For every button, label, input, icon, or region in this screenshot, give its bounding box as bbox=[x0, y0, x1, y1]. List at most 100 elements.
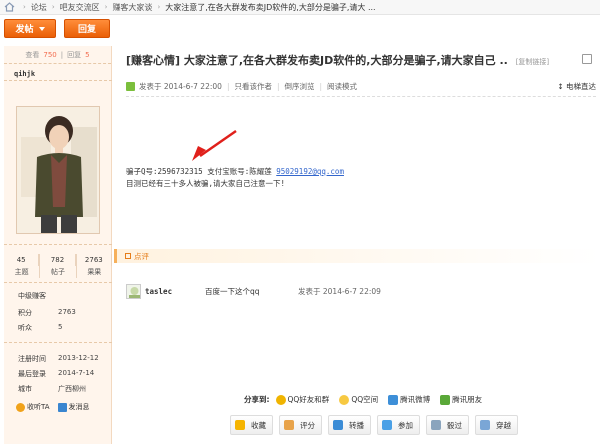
share-tencent-friends[interactable]: 腾讯朋友 bbox=[440, 394, 482, 405]
field-label: 听众 bbox=[18, 324, 32, 332]
breadcrumb-item-board[interactable]: 吧友交流区 bbox=[60, 2, 100, 13]
meta-divider: | bbox=[276, 82, 280, 91]
weibo-icon bbox=[388, 394, 399, 405]
share-qzone[interactable]: QQ空间 bbox=[339, 394, 378, 405]
comment-date: 发表于 2014-6-7 22:09 bbox=[298, 287, 381, 296]
friends-icon bbox=[440, 394, 451, 405]
travel-button[interactable]: 穿越 bbox=[475, 415, 518, 435]
relay-button[interactable]: 转播 bbox=[328, 415, 371, 435]
join-button[interactable]: 参加 bbox=[377, 415, 420, 435]
star-icon bbox=[235, 420, 245, 430]
field-label: 积分 bbox=[18, 309, 32, 317]
post-title-text: [赚客心情] 大家注意了,在各大群发布卖JD软件的,大部分是骗子,请大家自己 .… bbox=[126, 54, 508, 67]
commenter-name[interactable]: taslec bbox=[145, 287, 205, 296]
home-icon[interactable] bbox=[4, 2, 15, 12]
post-actions: 收藏 评分 转播 参加 骰过 穿越 bbox=[230, 415, 518, 435]
author-name[interactable]: qihjk bbox=[4, 64, 111, 78]
user-rank[interactable]: 中级赚客 bbox=[18, 291, 46, 301]
field-value: 2763 bbox=[58, 308, 76, 316]
post-body: 骗子Q号:2596732315 支付宝账号:陈耀莲 95029192@qq.co… bbox=[126, 166, 344, 190]
message-label: 发消息 bbox=[68, 403, 90, 411]
stat-label: 主题 bbox=[14, 268, 29, 276]
stat-topics[interactable]: 45 主题 bbox=[4, 254, 41, 278]
action-label: 参加 bbox=[398, 420, 413, 430]
field-label: 最后登录 bbox=[18, 370, 46, 378]
share-bar: 分享到: QQ好友和群 QQ空间 腾讯微博 腾讯朋友 bbox=[244, 394, 482, 405]
relay-icon bbox=[333, 420, 343, 430]
share-qq-friends[interactable]: QQ好友和群 bbox=[275, 394, 330, 405]
action-label: 收藏 bbox=[251, 420, 266, 430]
share-tencent-weibo[interactable]: 腾讯微博 bbox=[388, 394, 430, 405]
views-count: 750 bbox=[43, 50, 57, 59]
stat-posts[interactable]: 782 帖子 bbox=[40, 254, 77, 278]
field-city: 城市 广西柳州 bbox=[18, 384, 108, 394]
reply-button-label: 回复 bbox=[77, 25, 96, 35]
field-last-login: 最后登录 2014-7-14 bbox=[18, 369, 108, 379]
action-label: 穿越 bbox=[496, 420, 511, 430]
commenter-avatar[interactable] bbox=[126, 284, 141, 299]
only-author-link[interactable]: 只看该作者 bbox=[234, 81, 272, 92]
field-label: 注册时间 bbox=[18, 355, 46, 363]
meta-divider: | bbox=[226, 82, 230, 91]
breadcrumb-item-forum[interactable]: 论坛 bbox=[31, 2, 47, 13]
field-points: 积分 2763 bbox=[18, 308, 108, 318]
action-label: 骰过 bbox=[447, 420, 462, 430]
thumb-icon bbox=[284, 420, 294, 430]
stat-value: 782 bbox=[40, 254, 76, 266]
stat-fruits[interactable]: 2763 果果 bbox=[77, 254, 112, 278]
divider bbox=[4, 342, 112, 343]
breadcrumb-current: 大家注意了,在各大群发布卖JD软件的,大部分是骗子,请大 ... bbox=[165, 2, 376, 12]
post-title: [赚客心情] 大家注意了,在各大群发布卖JD软件的,大部分是骗子,请大家自己 .… bbox=[126, 52, 549, 68]
post-button[interactable]: 发帖 bbox=[4, 19, 56, 38]
field-value: 广西柳州 bbox=[58, 385, 86, 393]
email-link[interactable]: 95029192@qq.com bbox=[276, 167, 344, 176]
author-actions: 收听TA 发消息 bbox=[16, 402, 90, 412]
share-item-label: QQ好友和群 bbox=[287, 395, 330, 404]
rate-button[interactable]: 评分 bbox=[279, 415, 322, 435]
stat-label: 果果 bbox=[87, 268, 102, 276]
floor-jump[interactable]: ↕ 电梯直达 bbox=[557, 81, 596, 92]
breadcrumb-separator: › bbox=[104, 3, 108, 11]
qzone-icon bbox=[339, 394, 350, 405]
stat-value: 2763 bbox=[77, 254, 112, 266]
print-icon[interactable] bbox=[582, 54, 592, 64]
sort-icon: ↕ bbox=[557, 82, 564, 91]
breadcrumb-item-subboard[interactable]: 赚客大家谈 bbox=[112, 2, 152, 13]
field-value: 2014-7-14 bbox=[58, 369, 95, 377]
comment-header: 点评 bbox=[114, 249, 600, 263]
favorite-button[interactable]: 收藏 bbox=[230, 415, 273, 435]
field-label: 城市 bbox=[18, 385, 32, 393]
floor-jump-label: 电梯直达 bbox=[566, 82, 596, 91]
read-mode-link[interactable]: 阅读模式 bbox=[327, 81, 357, 92]
pass-button[interactable]: 骰过 bbox=[426, 415, 469, 435]
field-value: 5 bbox=[58, 323, 63, 331]
listen-label: 收听TA bbox=[27, 403, 50, 411]
breadcrumb-separator: › bbox=[23, 3, 26, 11]
comment-text: 百度一下这个qq bbox=[205, 287, 260, 296]
replies-label: 回复 bbox=[67, 50, 82, 59]
reply-button[interactable]: 回复 bbox=[64, 19, 110, 38]
field-value: 2013-12-12 bbox=[58, 354, 99, 362]
author-sidebar: 查看 750 | 回复 5 qihjk 45 主题 782 帖子 2763 果果… bbox=[4, 46, 112, 444]
listen-link[interactable]: 收听TA bbox=[16, 402, 50, 412]
avatar[interactable] bbox=[16, 106, 100, 234]
stat-divider: | bbox=[60, 50, 64, 59]
breadcrumb: › 论坛 › 吧友交流区 › 赚客大家谈 › 大家注意了,在各大群发布卖JD软件… bbox=[0, 0, 600, 15]
meta-divider: | bbox=[319, 82, 323, 91]
breadcrumb-separator: › bbox=[157, 3, 161, 11]
divider bbox=[4, 80, 112, 81]
reverse-order-link[interactable]: 倒序浏览 bbox=[285, 81, 315, 92]
post-line-text: 骗子Q号:2596732315 支付宝账号:陈耀莲 bbox=[126, 167, 277, 176]
chevron-down-icon bbox=[38, 26, 45, 31]
thread-stats: 查看 750 | 回复 5 bbox=[4, 46, 111, 64]
stat-value: 45 bbox=[4, 254, 40, 266]
post-line: 目测已经有三十多人被骗,请大家自己注意一下! bbox=[126, 179, 286, 188]
join-icon bbox=[382, 420, 392, 430]
divider bbox=[4, 282, 112, 283]
listen-icon bbox=[16, 402, 25, 412]
copy-link[interactable]: [复制链接] bbox=[516, 58, 549, 66]
plane-icon bbox=[480, 420, 490, 430]
post-meta: 发表于 2014-6-7 22:00 | 只看该作者 | 倒序浏览 | 阅读模式… bbox=[126, 81, 596, 97]
message-link[interactable]: 发消息 bbox=[57, 402, 90, 412]
field-register-time: 注册时间 2013-12-12 bbox=[18, 354, 108, 364]
